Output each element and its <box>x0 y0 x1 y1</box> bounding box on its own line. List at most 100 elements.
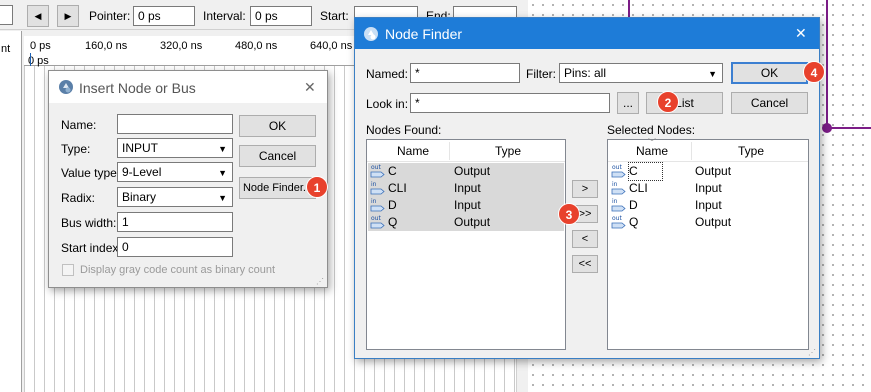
node-name: C <box>628 162 663 181</box>
insert-dialog-titlebar: Insert Node or Bus ✕ <box>49 71 327 103</box>
tick-label: 320,0 ns <box>160 40 203 52</box>
node-name-panel: nt <box>0 31 22 392</box>
gray-code-checkbox[interactable] <box>62 264 74 276</box>
sort-chevron-icon: ﹀ <box>648 138 656 147</box>
list-header: Name Type <box>367 140 565 162</box>
node-name: D <box>388 198 397 212</box>
node-type: Input <box>695 198 722 212</box>
named-field[interactable]: * <box>410 63 520 83</box>
tick-label: 640,0 ns <box>310 40 353 52</box>
value-type-select[interactable]: 9-Level ▼ <box>117 162 233 182</box>
insert-dialog-title: Insert Node or Bus <box>79 80 196 96</box>
list-item[interactable]: in D Input <box>368 197 564 214</box>
tick-label: 160,0 ns <box>85 40 128 52</box>
start-label: Start: <box>320 9 349 23</box>
pointer-field[interactable]: 0 ps <box>133 6 195 26</box>
col-type-header[interactable]: Type <box>738 144 764 158</box>
finder-cancel-button[interactable]: Cancel <box>731 92 808 114</box>
name-field[interactable] <box>117 114 233 134</box>
finder-ok-button[interactable]: OK <box>731 62 808 84</box>
move-one-right-button[interactable]: > <box>572 180 598 198</box>
insert-cancel-button[interactable]: Cancel <box>239 145 316 167</box>
name-label: Name: <box>61 118 97 132</box>
input-pin-icon: in <box>611 197 627 213</box>
type-select-value: INPUT <box>122 141 158 155</box>
quartus-logo-icon <box>364 27 378 41</box>
input-pin-icon: in <box>611 180 627 196</box>
node-finder-title: Node Finder <box>385 26 463 42</box>
radix-select[interactable]: Binary ▼ <box>117 187 233 207</box>
left-cut-field[interactable] <box>0 5 13 25</box>
pointer-time-label: 0 ps <box>28 55 49 67</box>
insert-ok-button[interactable]: OK <box>239 115 316 137</box>
list-item[interactable]: out Q Output <box>609 214 807 231</box>
node-finder-button[interactable]: Node Finder... <box>239 177 316 199</box>
bus-width-field[interactable]: 1 <box>117 212 233 232</box>
radix-label: Radix: <box>61 191 96 205</box>
column-divider[interactable] <box>449 142 450 160</box>
next-button[interactable]: ▶ <box>57 5 79 27</box>
close-icon[interactable]: ✕ <box>795 25 807 42</box>
quartus-logo-icon <box>59 80 73 94</box>
wire-junction <box>822 123 832 133</box>
named-label: Named: <box>366 67 409 81</box>
time-pointer-line[interactable] <box>30 53 31 66</box>
output-pin-icon: out <box>370 163 386 179</box>
node-name: Q <box>388 215 398 229</box>
list-item[interactable]: in D Input <box>609 197 807 214</box>
svg-text:out: out <box>612 164 622 171</box>
resize-grip-icon[interactable]: ⋰ <box>316 277 324 286</box>
start-index-field[interactable]: 0 <box>117 237 233 257</box>
node-type: Output <box>695 164 732 178</box>
tick-label: 480,0 ns <box>235 40 278 52</box>
selected-nodes-label: Selected Nodes: <box>607 123 696 137</box>
radix-select-value: Binary <box>122 190 157 204</box>
step-badge-1: 1 <box>306 176 328 198</box>
pointer-label: Pointer: <box>89 9 131 23</box>
dropdown-caret-icon: ▼ <box>218 168 227 178</box>
list-item[interactable]: in CLI Input <box>609 180 807 197</box>
schematic-wire <box>826 127 871 129</box>
tick-label: 0 ps <box>30 40 51 52</box>
list-item[interactable]: out C Output <box>609 162 807 181</box>
dropdown-caret-icon: ▼ <box>218 193 227 203</box>
list-item[interactable]: out C Output <box>368 163 564 180</box>
nodes-found-list[interactable]: Name Type out C Output in CLI Input in D Input ou… <box>366 139 566 350</box>
look-in-label: Look in: <box>366 97 409 111</box>
node-type: Input <box>454 198 481 212</box>
col-type-header[interactable]: Type <box>495 144 521 158</box>
interval-field[interactable]: 0 ps <box>250 6 312 26</box>
list-item[interactable]: in CLI Input <box>368 180 564 197</box>
node-finder-titlebar: Node Finder ✕ <box>355 18 819 49</box>
output-pin-icon: out <box>611 214 627 230</box>
schematic-wire <box>826 0 828 130</box>
node-type: Output <box>454 164 491 178</box>
node-name: C <box>388 164 397 178</box>
svg-text:in: in <box>371 198 377 205</box>
svg-text:out: out <box>371 215 381 222</box>
type-select[interactable]: INPUT ▼ <box>117 138 233 158</box>
prev-button[interactable]: ◀ <box>27 5 49 27</box>
resize-grip-icon[interactable]: ⋰ <box>808 348 816 357</box>
close-icon[interactable]: ✕ <box>304 79 316 96</box>
selected-nodes-list[interactable]: Name Type ﹀ out C Output in CLI Input in D Input… <box>607 138 809 350</box>
col-name-header[interactable]: Name <box>397 144 429 158</box>
svg-text:in: in <box>612 198 618 205</box>
bus-width-label: Bus width: <box>61 216 117 230</box>
browse-button[interactable]: ... <box>617 92 639 114</box>
insert-node-dialog: Insert Node or Bus ✕ Name: Type: INPUT ▼… <box>48 70 328 288</box>
list-item[interactable]: out Q Output <box>368 214 564 231</box>
node-type: Input <box>454 181 481 195</box>
move-all-left-button[interactable]: << <box>572 255 598 273</box>
input-pin-icon: in <box>370 180 386 196</box>
filter-select[interactable]: Pins: all ▼ <box>559 63 723 83</box>
svg-text:in: in <box>371 181 377 188</box>
nodes-found-label: Nodes Found: <box>366 123 442 137</box>
move-one-left-button[interactable]: < <box>572 230 598 248</box>
type-label: Type: <box>61 142 91 156</box>
start-index-label: Start index <box>61 241 117 255</box>
look-in-field[interactable]: * <box>410 93 610 113</box>
column-divider[interactable] <box>691 142 692 160</box>
svg-text:out: out <box>612 215 622 222</box>
node-type: Output <box>695 215 732 229</box>
